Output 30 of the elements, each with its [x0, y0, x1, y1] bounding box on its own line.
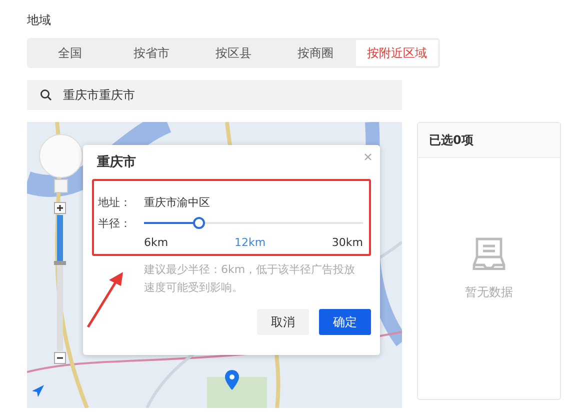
cancel-button[interactable]: 取消	[257, 309, 309, 335]
zoom-out-icon[interactable]	[54, 352, 66, 364]
map-logo-icon	[31, 384, 45, 398]
map-view[interactable]: 重庆市 地址： 重庆市渝中区 半径： 6km 12km 30km 建议最少半径：6km，低于该半径广告投放速度可能受到影响。 取消 确定	[27, 122, 402, 408]
section-title: 地域	[27, 12, 52, 28]
radius-hint: 建议最少半径：6km，低于该半径广告投放速度可能受到影响。	[144, 262, 356, 296]
zoom-in-icon[interactable]	[54, 202, 66, 214]
slider-thumb[interactable]	[192, 217, 205, 229]
inbox-icon	[472, 236, 506, 270]
location-pin-icon	[225, 370, 239, 390]
current-radius: 12km	[234, 236, 266, 250]
region-tab[interactable]: 全国	[29, 40, 111, 66]
radius-label: 半径：	[98, 216, 132, 231]
region-tab[interactable]: 按附近区域	[356, 40, 438, 66]
min-radius: 6km	[144, 236, 168, 250]
annotation-arrow	[85, 270, 125, 330]
close-icon[interactable]	[364, 153, 372, 161]
search-field[interactable]: 重庆市重庆市	[27, 80, 402, 110]
region-tab[interactable]: 按区县	[192, 40, 274, 66]
confirm-button[interactable]: 确定	[319, 309, 371, 335]
zoom-handle[interactable]	[54, 260, 66, 265]
region-tab[interactable]: 按商圈	[274, 40, 356, 66]
panel-title: 已选0项	[418, 123, 560, 158]
empty-message: 暂无数据	[465, 284, 513, 301]
popup-title: 重庆市	[97, 154, 136, 171]
address-value: 重庆市渝中区	[144, 195, 210, 210]
max-radius: 30km	[332, 236, 363, 250]
address-label: 地址：	[98, 195, 132, 210]
zoom-slider[interactable]	[57, 215, 63, 351]
region-tab[interactable]: 按省市	[110, 40, 193, 66]
